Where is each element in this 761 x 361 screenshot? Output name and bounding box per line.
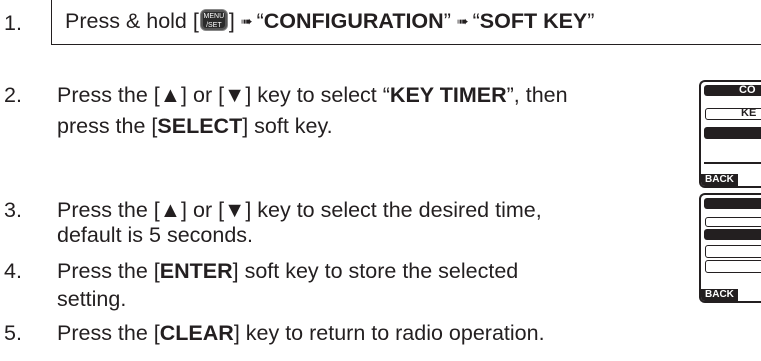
step1-post: ]	[228, 9, 235, 33]
step2-line1: Press the [▲] or [▼] key to select “KEY …	[57, 82, 568, 108]
lcd-selected-option	[704, 229, 761, 240]
quote-close: ”	[587, 9, 595, 33]
select-label: SELECT	[157, 114, 243, 138]
step1-text: Press & hold [MENU/SET] ➠ “CONFIGURATION” ➠…	[65, 8, 594, 36]
text: ] key to return to radio operation.	[233, 321, 545, 345]
text: ”, then	[506, 83, 568, 107]
key-timer-label: KEY TIMER	[389, 83, 507, 107]
lcd-header-text: CO	[739, 84, 756, 96]
lcd-option-row	[705, 260, 761, 273]
step-number: 5.	[4, 321, 22, 345]
configuration-label: CONFIGURATION	[263, 9, 444, 33]
step3-line2: default is 5 seconds.	[57, 223, 254, 247]
quote-close: ”	[443, 9, 451, 33]
text: Press the [	[57, 321, 160, 345]
lcd-header-bar	[704, 198, 761, 209]
arrow-icon: ➠	[456, 13, 469, 29]
step3-line1: Press the [▲] or [▼] key to select the d…	[57, 198, 542, 222]
lcd-divider	[704, 162, 761, 164]
step2-line2: press the [SELECT] soft key.	[57, 113, 333, 139]
step5-line: Press the [CLEAR] key to return to radio…	[57, 320, 545, 346]
step-number: 4.	[4, 259, 22, 283]
lcd-back-softkey: BACK	[701, 174, 738, 186]
step-number: 2.	[4, 83, 22, 107]
lcd-item-text: KE	[741, 107, 757, 119]
lcd-option-row	[705, 217, 761, 227]
quote-open: “	[472, 9, 480, 33]
step1-pre: Press & hold [	[65, 9, 199, 33]
lcd-back-softkey: BACK	[701, 289, 738, 301]
quote-open: “	[256, 9, 264, 33]
soft-key-label: SOFT KEY	[479, 9, 588, 33]
step4-line1: Press the [ENTER] soft key to store the …	[57, 258, 518, 284]
lcd-screen-timer-options: BACK	[699, 193, 761, 303]
text: ] soft key.	[242, 114, 333, 138]
menu-set-key-icon: MENU/SET	[199, 9, 228, 32]
menu-key-bottom: /SET	[206, 22, 222, 30]
text: press the [	[57, 114, 158, 138]
arrow-icon: ➠	[240, 13, 253, 29]
menu-key-top: MENU	[203, 13, 225, 21]
text: ] soft key to store the selected	[232, 259, 519, 283]
lcd-screen-key-timer: CO KE BACK	[699, 80, 761, 188]
lcd-option-row	[705, 245, 761, 258]
step-number: 3.	[4, 198, 22, 222]
lcd-selected-row	[704, 127, 761, 139]
step-number: 1.	[4, 11, 22, 35]
enter-label: ENTER	[159, 259, 233, 283]
clear-label: CLEAR	[159, 321, 234, 345]
text: Press the [	[57, 259, 160, 283]
text: Press the [▲] or [▼] key to select “	[57, 83, 390, 107]
step4-line2: setting.	[57, 287, 127, 311]
